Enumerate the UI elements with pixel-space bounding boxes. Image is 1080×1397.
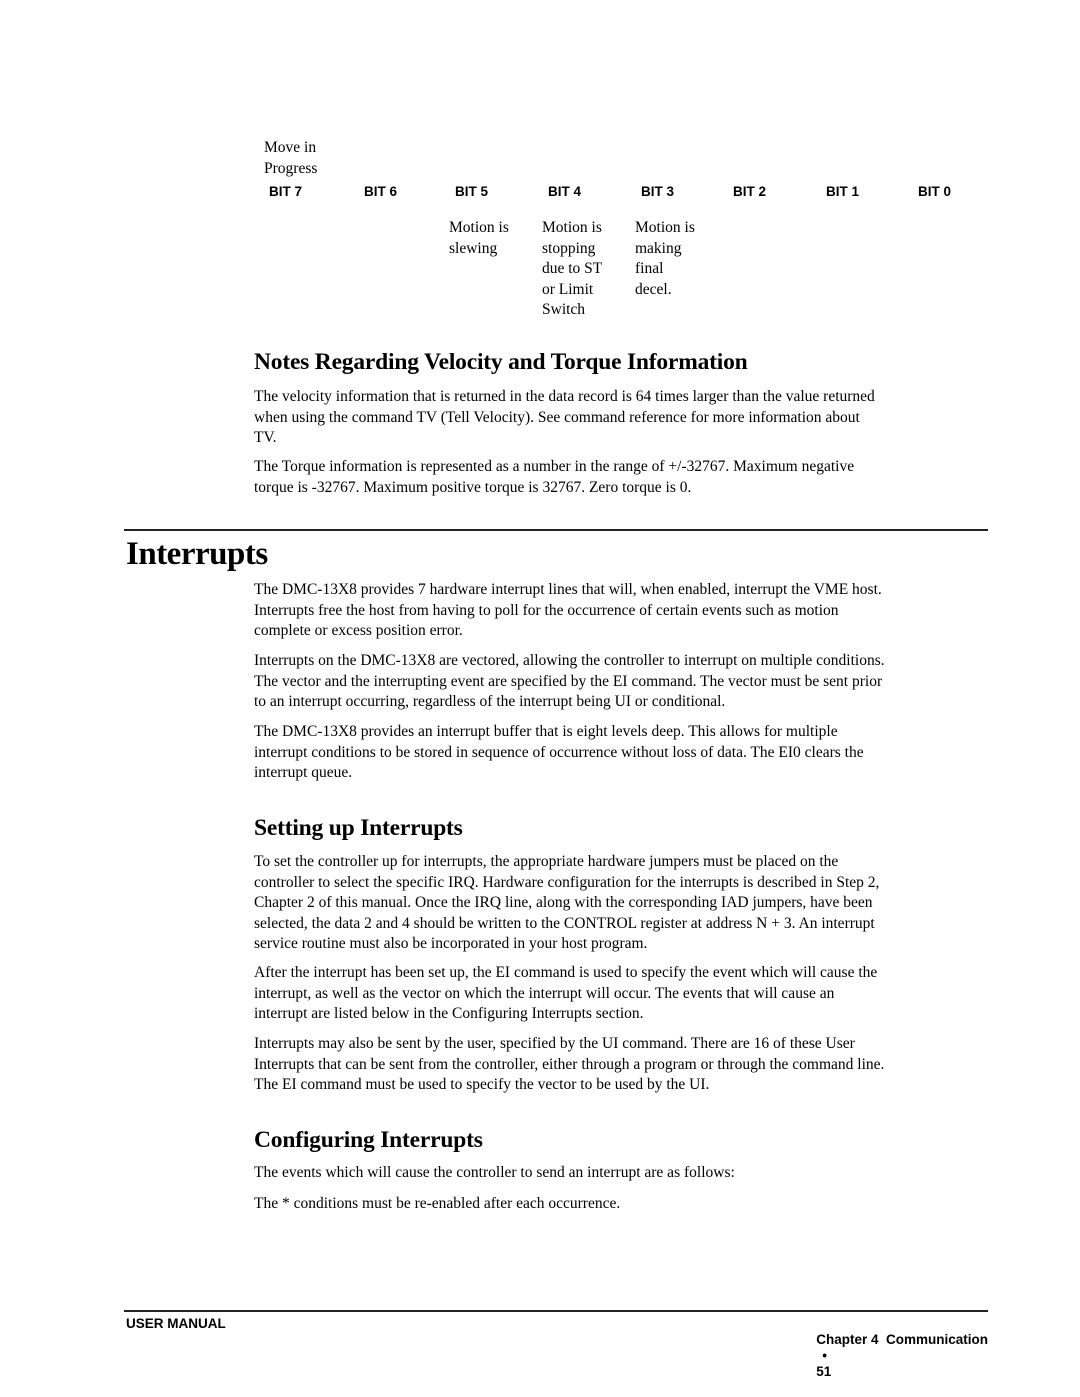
footer-chapter: Chapter 4 Communication	[816, 1332, 988, 1347]
bit-header-4: BIT 4	[548, 184, 582, 199]
setting-up-paragraph-2: After the interrupt has been set up, the…	[254, 963, 979, 1025]
desc-line: slewing	[449, 239, 498, 257]
desc-line: Motion is	[449, 219, 509, 236]
configuring-paragraph-1: The events which will cause the controll…	[254, 1163, 979, 1184]
bit-header-0: BIT 0	[918, 184, 952, 199]
notes-heading: Notes Regarding Velocity and Torque Info…	[254, 349, 748, 375]
text-line: when using the command TV (Tell Velocity…	[254, 408, 860, 426]
text-line: Interrupts that can be sent from the con…	[254, 1055, 885, 1073]
bit7-label-line: Progress	[264, 159, 318, 177]
text-line: controller to select the specific IRQ. H…	[254, 873, 880, 891]
bit4-description: Motion is stopping due to ST or Limit Sw…	[542, 218, 632, 321]
desc-line: making	[635, 239, 682, 257]
text-line: service routine must also be incorporate…	[254, 935, 648, 952]
desc-line: stopping	[542, 239, 596, 257]
setting-up-paragraph-3: Interrupts may also be sent by the user,…	[254, 1034, 979, 1096]
text-line: Interrupts may also be sent by the user,…	[254, 1035, 855, 1052]
text-line: The EI command must be used to specify t…	[254, 1076, 710, 1093]
bit-header-6: BIT 6	[364, 184, 398, 199]
text-line: TV.	[254, 429, 277, 446]
interrupts-heading: Interrupts	[126, 536, 268, 572]
text-line: The * conditions must be re-enabled afte…	[254, 1195, 621, 1212]
desc-line: due to ST	[542, 260, 603, 277]
text-line: to an interrupt occurring, regardless of…	[254, 693, 726, 710]
notes-paragraph-2: The Torque information is represented as…	[254, 457, 979, 498]
bit-header-5: BIT 5	[455, 184, 489, 199]
setting-up-heading: Setting up Interrupts	[254, 815, 463, 841]
footer-chapter-info: Chapter 4 Communication • 51	[809, 1316, 988, 1380]
bit-header-2: BIT 2	[733, 184, 767, 199]
bullet-icon: •	[822, 1348, 827, 1363]
text-line: interrupt queue.	[254, 764, 353, 781]
text-line: To set the controller up for interrupts,…	[254, 853, 839, 870]
desc-line: Motion is	[542, 219, 602, 236]
section-divider	[124, 529, 988, 531]
interrupts-paragraph-2: Interrupts on the DMC-13X8 are vectored,…	[254, 651, 979, 713]
configuring-heading: Configuring Interrupts	[254, 1127, 483, 1153]
bit3-description: Motion is making final decel.	[635, 218, 725, 300]
interrupts-paragraph-1: The DMC-13X8 provides 7 hardware interru…	[254, 580, 979, 642]
text-line: The DMC-13X8 provides 7 hardware interru…	[254, 581, 882, 598]
text-line: Interrupts free the host from having to …	[254, 601, 839, 619]
text-line: complete or excess position error.	[254, 622, 463, 639]
text-line: interrupt, as well as the vector on whic…	[254, 984, 835, 1002]
text-line: The events which will cause the controll…	[254, 1164, 735, 1181]
desc-line: final	[635, 260, 664, 277]
desc-line: decel.	[635, 280, 672, 298]
bit7-label-line: Move in	[264, 139, 317, 156]
text-line: The velocity information that is returne…	[254, 388, 875, 405]
desc-line: or Limit	[542, 280, 594, 298]
footer-divider	[124, 1310, 988, 1312]
interrupts-paragraph-3: The DMC-13X8 provides an interrupt buffe…	[254, 722, 979, 784]
footer-page-number: 51	[816, 1364, 832, 1379]
text-line: Chapter 2 of this manual. Once the IRQ l…	[254, 894, 873, 911]
bit5-description: Motion is slewing	[449, 218, 539, 259]
bit7-label: Move in Progress	[264, 138, 354, 179]
configuring-paragraph-2: The * conditions must be re-enabled afte…	[254, 1194, 979, 1215]
text-line: Interrupts on the DMC-13X8 are vectored,…	[254, 652, 885, 669]
text-line: The vector and the interrupting event ar…	[254, 672, 883, 690]
desc-line: Switch	[542, 301, 586, 318]
text-line: selected, the data 2 and 4 should be wri…	[254, 914, 875, 932]
text-line: The Torque information is represented as…	[254, 458, 855, 475]
notes-paragraph-1: The velocity information that is returne…	[254, 387, 979, 449]
bit-header-3: BIT 3	[641, 184, 675, 199]
footer-manual-title: USER MANUAL	[126, 1316, 226, 1331]
text-line: After the interrupt has been set up, the…	[254, 964, 878, 981]
text-line: interrupt conditions to be stored in seq…	[254, 743, 864, 761]
desc-line: Motion is	[635, 219, 695, 236]
setting-up-paragraph-1: To set the controller up for interrupts,…	[254, 852, 979, 955]
bit-header-1: BIT 1	[826, 184, 860, 199]
text-line: interrupt are listed below in the Config…	[254, 1005, 644, 1022]
text-line: torque is -32767. Maximum positive torqu…	[254, 478, 692, 496]
text-line: The DMC-13X8 provides an interrupt buffe…	[254, 723, 838, 740]
bit-header-7: BIT 7	[269, 184, 303, 199]
